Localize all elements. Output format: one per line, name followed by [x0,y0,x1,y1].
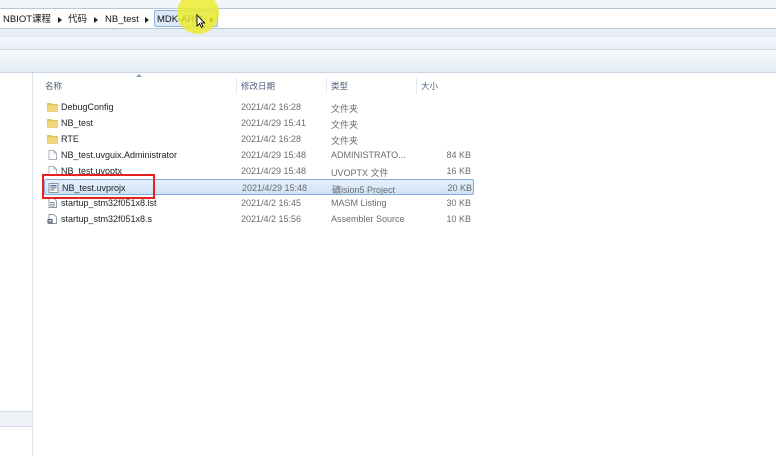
breadcrumb-arrow-icon[interactable] [145,17,149,23]
navigation-scrollbar[interactable] [0,411,32,427]
sort-up-icon [136,74,142,77]
file-name[interactable]: startup_stm32f051x8.lst [61,198,157,208]
folder-icon [47,119,58,128]
command-bar [0,37,776,50]
column-divider[interactable] [326,77,327,94]
breadcrumb-arrow-icon[interactable] [58,17,62,23]
column-header-name[interactable]: 名称 [45,80,62,92]
file-type: ADMINISTRATO... [331,150,406,160]
file-date: 2021/4/2 15:56 [241,214,302,224]
column-divider[interactable] [416,77,417,94]
file-row[interactable]: DebugConfig 2021/4/2 16:28 文件夹 [44,99,474,115]
file-name[interactable]: NB_test.uvguix.Administrator [61,150,177,160]
file-date: 2021/4/2 16:28 [241,102,302,112]
file-row[interactable]: NB_test 2021/4/29 15:41 文件夹 [44,115,474,131]
file-type: UVOPTX 文件 [331,168,389,178]
assembler-file-icon [47,214,57,224]
file-name[interactable]: RTE [61,134,79,144]
file-date: 2021/4/29 15:48 [241,150,307,160]
folder-icon [47,103,58,112]
breadcrumb-item-nbiot[interactable]: NBIOT课程 [3,12,51,27]
file-type: Assembler Source [331,214,405,224]
file-size: 16 KB [446,166,471,176]
file-size: 20 KB [447,183,472,193]
folder-icon [47,135,58,144]
breadcrumb-item-code[interactable]: 代码 [68,12,87,27]
file-date: 2021/4/29 15:48 [242,183,308,193]
file-row[interactable]: RTE 2021/4/2 16:28 文件夹 [44,131,474,147]
file-size: 10 KB [446,214,471,224]
file-type: 文件夹 [331,120,359,130]
column-header-date[interactable]: 修改日期 [241,80,275,92]
breadcrumb[interactable]: NBIOT课程 代码 NB_test MDK-ARM [0,8,776,29]
toolbar [0,50,776,73]
file-date: 2021/4/29 15:48 [241,166,307,176]
breadcrumb-arrow-icon[interactable] [94,17,98,23]
file-row[interactable]: startup_stm32f051x8.s 2021/4/2 15:56 Ass… [44,211,474,227]
file-type: 文件夹 [331,104,359,114]
highlight-annotation-box [42,174,155,199]
file-name[interactable]: DebugConfig [61,102,114,112]
file-type: MASM Listing [331,198,387,208]
navigation-pane[interactable] [0,73,33,456]
file-size: 84 KB [446,150,471,160]
file-name[interactable]: startup_stm32f051x8.s [61,214,152,224]
column-header-type[interactable]: 类型 [331,80,348,92]
listing-file-icon [48,198,57,208]
file-type: 文件夹 [331,136,359,146]
column-header-size[interactable]: 大小 [421,80,438,92]
column-divider[interactable] [236,77,237,94]
file-icon [48,150,57,160]
file-date: 2021/4/2 16:45 [241,198,302,208]
file-name[interactable]: NB_test [61,118,93,128]
file-date: 2021/4/29 15:41 [241,118,307,128]
file-row[interactable]: NB_test.uvguix.Administrator 2021/4/29 1… [44,147,474,163]
file-date: 2021/4/2 16:28 [241,134,302,144]
address-bar: NBIOT课程 代码 NB_test MDK-ARM [0,0,776,37]
mouse-cursor-icon [196,14,206,28]
file-size: 30 KB [446,198,471,208]
breadcrumb-item-nb-test[interactable]: NB_test [105,12,139,27]
